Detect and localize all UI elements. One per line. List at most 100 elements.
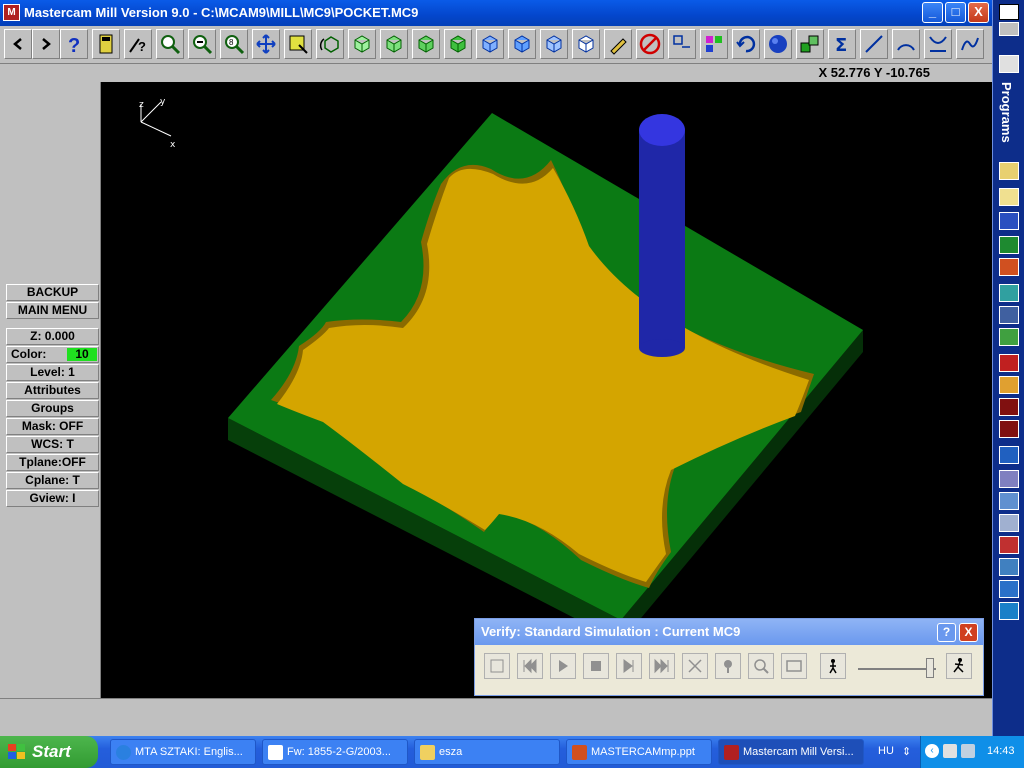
graphics-viewport[interactable]: z y x — [101, 82, 992, 698]
cut-icon[interactable] — [682, 653, 708, 679]
back-icon[interactable] — [4, 29, 32, 59]
volume-icon[interactable] — [943, 744, 957, 758]
forward-icon[interactable] — [32, 29, 60, 59]
help-icon[interactable] — [999, 580, 1019, 598]
zoom-8-icon[interactable]: 8 — [220, 29, 248, 59]
verify-help-button[interactable]: ? — [937, 623, 956, 642]
front-view-cube-icon[interactable] — [380, 29, 408, 59]
open-folder-icon[interactable] — [999, 188, 1019, 206]
groups-button[interactable]: Groups — [6, 400, 99, 417]
fast-forward-icon[interactable] — [649, 653, 675, 679]
select-view-icon[interactable] — [284, 29, 312, 59]
cplane-3d-cube-icon[interactable] — [572, 29, 600, 59]
sum-icon[interactable]: Σ — [828, 29, 856, 59]
red-app2-icon[interactable] — [999, 420, 1019, 438]
network-icon[interactable] — [999, 470, 1019, 488]
tool-display-icon[interactable] — [715, 653, 741, 679]
network-icon[interactable] — [961, 744, 975, 758]
tplane-button[interactable]: Tplane:OFF — [6, 454, 99, 471]
people-icon[interactable] — [999, 376, 1019, 394]
pencil-icon[interactable] — [604, 29, 632, 59]
z-depth-button[interactable]: Z: 0.000 — [6, 328, 99, 345]
pan-icon[interactable] — [252, 29, 280, 59]
publisher-icon[interactable] — [999, 284, 1019, 302]
clock[interactable]: 14:43 — [987, 745, 1015, 757]
iso-view-cube-icon[interactable] — [444, 29, 472, 59]
folder-icon[interactable] — [999, 162, 1019, 180]
cplane-side-cube-icon[interactable] — [540, 29, 568, 59]
menu-icon[interactable] — [999, 4, 1019, 20]
web-icon[interactable] — [999, 602, 1019, 620]
close-button[interactable]: X — [968, 2, 989, 23]
analyze-icon[interactable]: ? — [124, 29, 152, 59]
play-icon[interactable] — [550, 653, 576, 679]
globe-icon[interactable] — [999, 446, 1019, 464]
wcs-button[interactable]: WCS: T — [6, 436, 99, 453]
toolpath-icon[interactable] — [668, 29, 696, 59]
start-button[interactable]: Start — [0, 736, 98, 768]
slow-walker-icon[interactable] — [820, 653, 846, 679]
excel-icon[interactable] — [999, 236, 1019, 254]
rotate-view-icon[interactable] — [316, 29, 344, 59]
maximize-button[interactable]: □ — [945, 2, 966, 23]
window-icon[interactable] — [999, 22, 1019, 36]
top-view-cube-icon[interactable] — [348, 29, 376, 59]
zoom-window-icon[interactable] — [156, 29, 184, 59]
paint-icon[interactable] — [999, 492, 1019, 510]
zoom-out-icon[interactable] — [188, 29, 216, 59]
fillet-icon[interactable] — [924, 29, 952, 59]
level-button[interactable]: Level: 1 — [6, 364, 99, 381]
stop-icon[interactable] — [583, 653, 609, 679]
mastercam-app-icon[interactable]: M — [3, 4, 20, 21]
arc-icon[interactable] — [892, 29, 920, 59]
verify-display-icon[interactable] — [781, 653, 807, 679]
verify-zoom-icon[interactable] — [748, 653, 774, 679]
taskbar-item-mail[interactable]: Fw: 1855-2-G/2003... — [262, 739, 408, 765]
taskbar-item-mastercam[interactable]: Mastercam Mill Versi... — [718, 739, 864, 765]
start-label: Start — [32, 742, 71, 761]
step-icon[interactable] — [616, 653, 642, 679]
programs-icon[interactable] — [999, 55, 1019, 73]
tool-icon[interactable] — [999, 306, 1019, 324]
cplane-button[interactable]: Cplane: T — [6, 472, 99, 489]
tray-expand-icon[interactable]: ‹ — [925, 744, 939, 758]
mastercam-small-icon[interactable] — [999, 536, 1019, 554]
verify-options-icon[interactable] — [484, 653, 510, 679]
backup-button[interactable]: BACKUP — [6, 284, 99, 301]
rewind-icon[interactable] — [517, 653, 543, 679]
red-app-icon[interactable] — [999, 398, 1019, 416]
spline-icon[interactable] — [956, 29, 984, 59]
operations-icon[interactable] — [700, 29, 728, 59]
mask-button[interactable]: Mask: OFF — [6, 418, 99, 435]
document-icon[interactable] — [999, 514, 1019, 532]
level-manager-icon[interactable] — [796, 29, 824, 59]
line-icon[interactable] — [860, 29, 888, 59]
shade-sphere-icon[interactable] — [764, 29, 792, 59]
taskbar-item-esza[interactable]: esza — [414, 739, 560, 765]
language-indicator[interactable]: HU — [878, 745, 894, 757]
powerpoint-icon[interactable] — [999, 258, 1019, 276]
minimize-button[interactable]: _ — [922, 2, 943, 23]
color-button[interactable]: Color: 10 — [6, 346, 99, 363]
fast-runner-icon[interactable] — [946, 653, 972, 679]
speed-slider-track[interactable] — [858, 668, 936, 670]
verify-close-button[interactable]: X — [959, 623, 978, 642]
download-icon[interactable] — [999, 558, 1019, 576]
language-menu-icon[interactable]: ⇕ — [902, 745, 911, 758]
speed-slider-thumb[interactable] — [926, 658, 934, 678]
help-question-icon[interactable]: ? — [60, 29, 88, 59]
erase-no-icon[interactable] — [636, 29, 664, 59]
cplane-front-cube-icon[interactable] — [508, 29, 536, 59]
cplane-top-cube-icon[interactable] — [476, 29, 504, 59]
attributes-button[interactable]: Attributes — [6, 382, 99, 399]
acrobat-icon[interactable] — [999, 354, 1019, 372]
grid-icon[interactable] — [999, 328, 1019, 346]
undo-icon[interactable] — [732, 29, 760, 59]
side-view-cube-icon[interactable] — [412, 29, 440, 59]
main-menu-button[interactable]: MAIN MENU — [6, 302, 99, 319]
taskbar-item-sztaki[interactable]: MTA SZTAKI: Englis... — [110, 739, 256, 765]
taskbar-item-ppt[interactable]: MASTERCAMmp.ppt — [566, 739, 712, 765]
calculator-icon[interactable] — [92, 29, 120, 59]
gview-button[interactable]: Gview: I — [6, 490, 99, 507]
word-icon[interactable] — [999, 212, 1019, 230]
